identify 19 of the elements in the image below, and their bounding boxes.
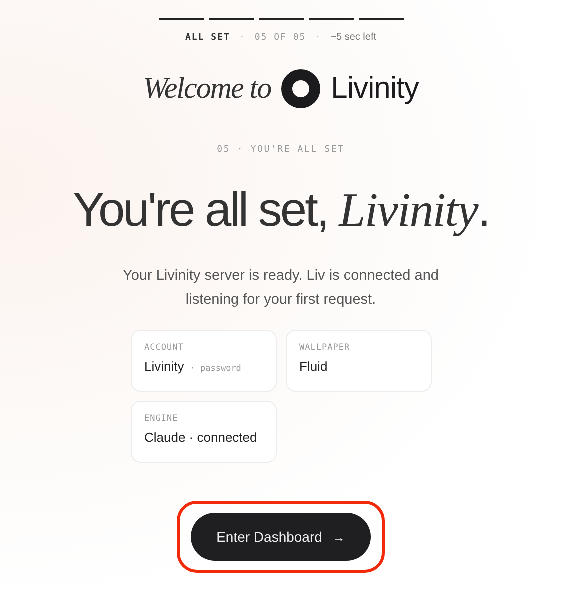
- headline: You're all set, Livinity.: [72, 183, 490, 238]
- card-note: · password: [190, 364, 242, 374]
- brand-name: Livinity: [331, 72, 419, 106]
- card-value: Fluid: [300, 359, 328, 374]
- ring-logo-icon: [281, 69, 322, 109]
- step-count: 05 OF 05: [254, 32, 306, 42]
- welcome-text: Welcome to: [143, 72, 272, 106]
- card-label: ENGINE: [144, 414, 180, 424]
- card-value: Claude · connected: [144, 430, 258, 445]
- separator-dot: ·: [315, 32, 322, 42]
- card-value: Livinity: [144, 359, 184, 374]
- status-text: ALL SET: [186, 32, 230, 42]
- card-label: WALLPAPER: [300, 343, 352, 353]
- description: Your Livinity server is ready. Liv is connected and listening for your first request.: [122, 267, 440, 310]
- separator-dot: ·: [239, 32, 246, 42]
- step-label: 05 · YOU'RE ALL SET: [217, 145, 345, 155]
- enter-dashboard-button[interactable]: Enter Dashboard →: [191, 513, 371, 561]
- card-label: ACCOUNT: [144, 343, 185, 353]
- time-left: ~5 sec left: [330, 32, 376, 43]
